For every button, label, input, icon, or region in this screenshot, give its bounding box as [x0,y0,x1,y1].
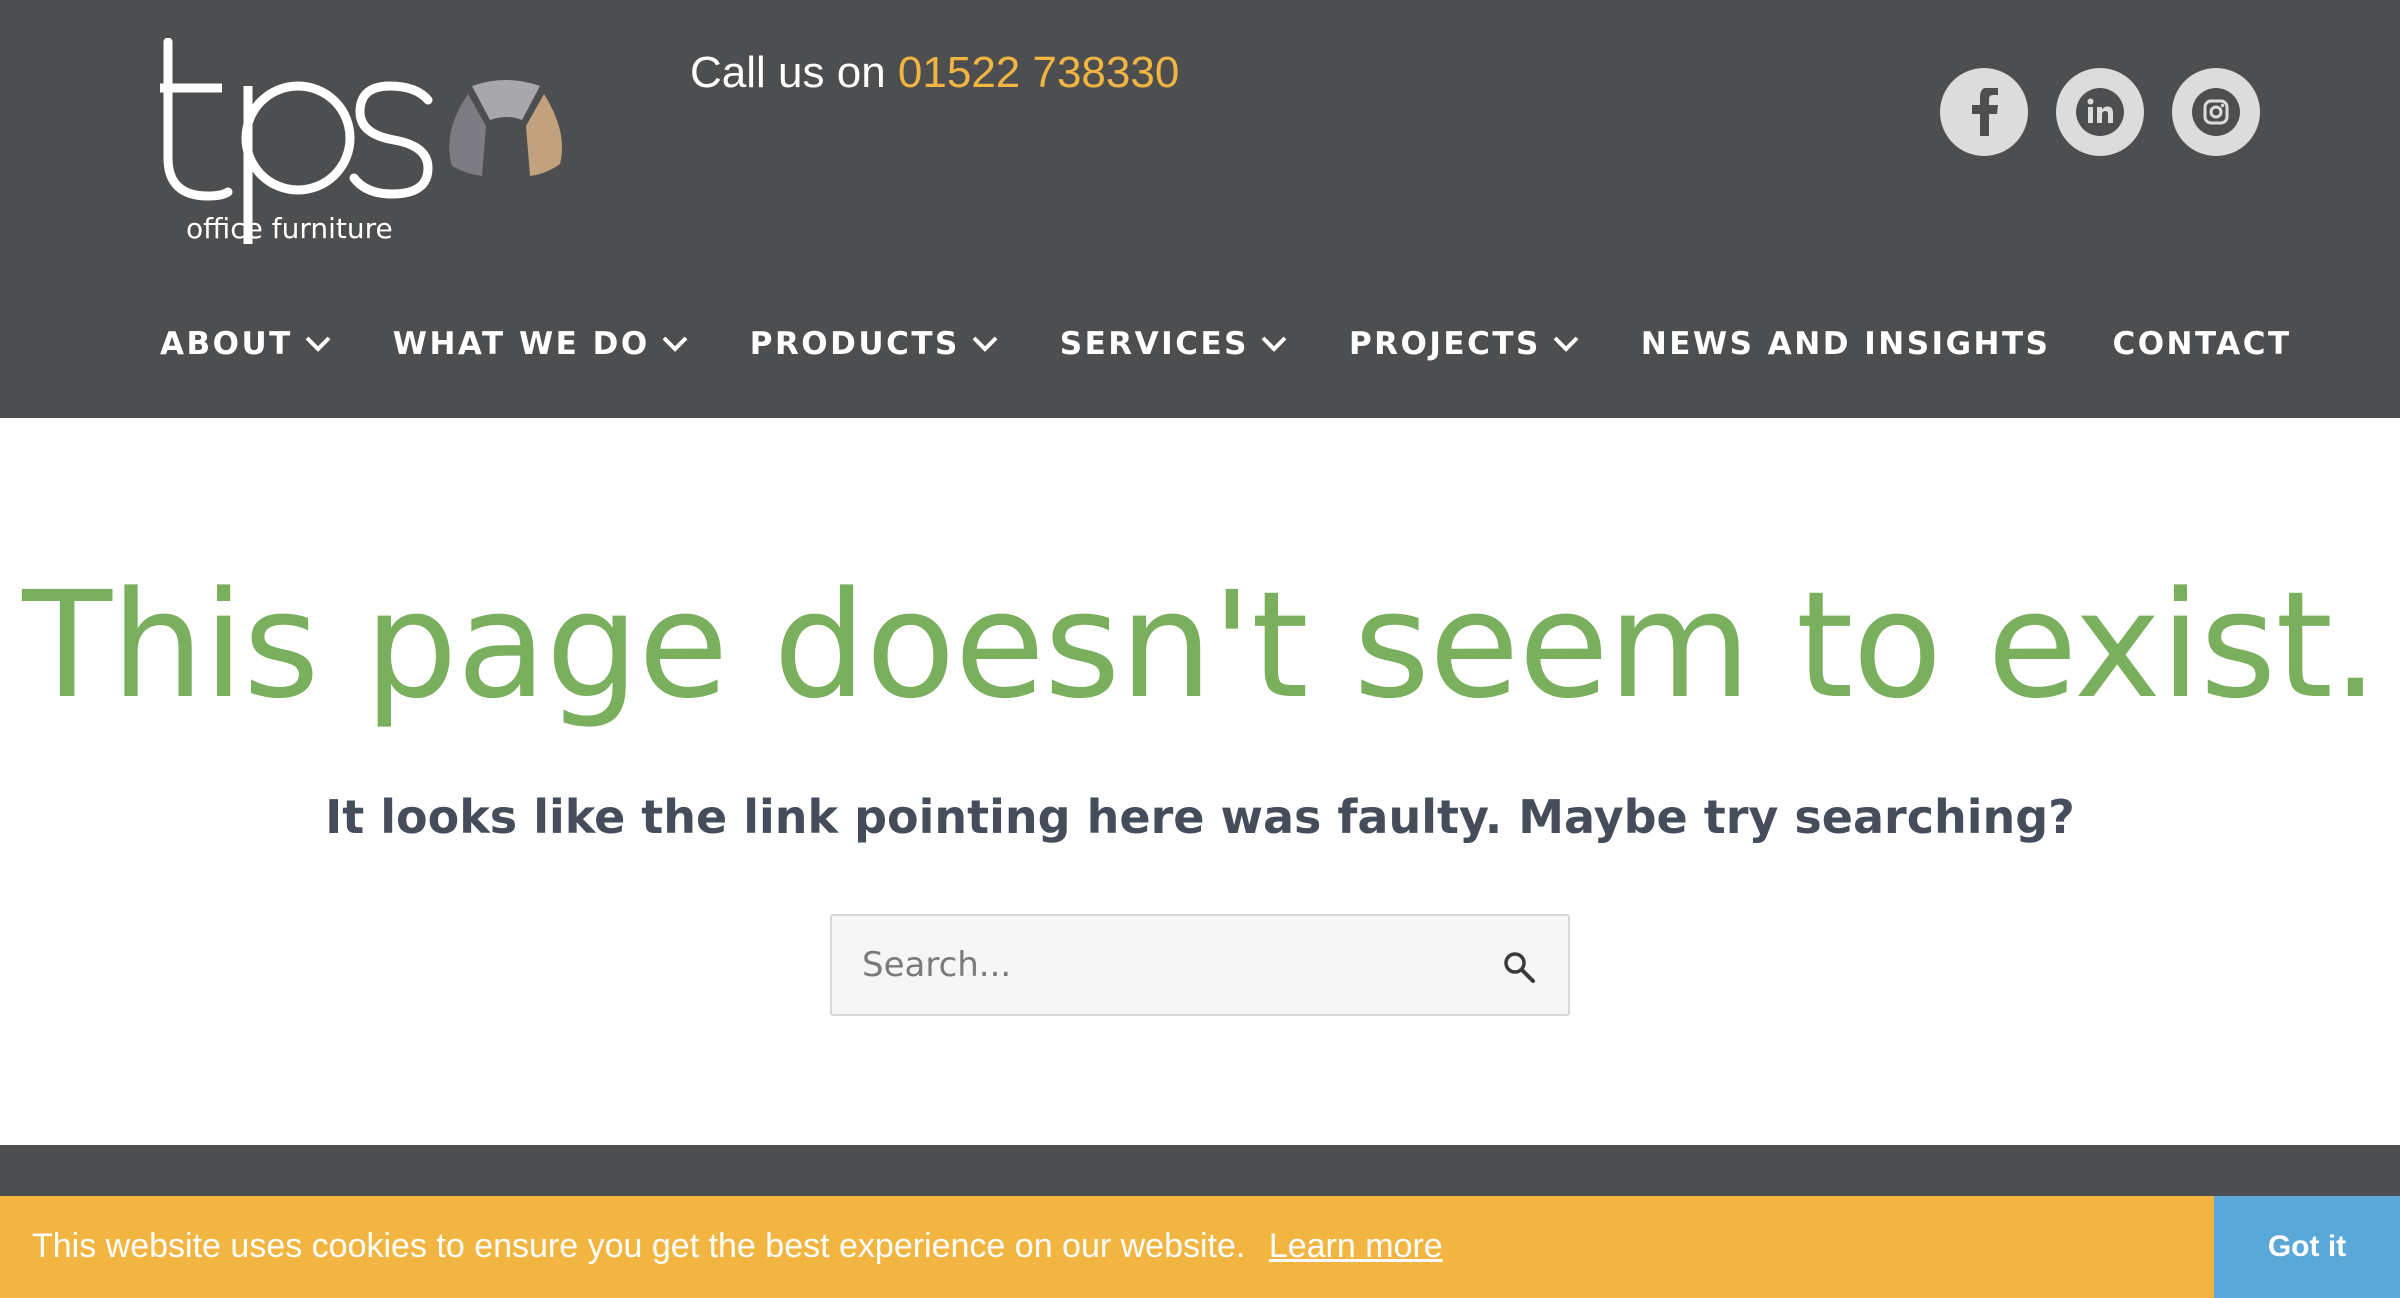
nav-item-products[interactable]: PRODUCTS [750,326,998,362]
nav-item-label: ABOUT [160,326,293,362]
site-header: office furniture Call us on 01522 738330 [0,0,2400,418]
nav-item-news-and-insights[interactable]: NEWS AND INSIGHTS [1641,326,2051,362]
nav-item-contact[interactable]: CONTACT [2112,326,2291,362]
cookie-message: This website uses cookies to ensure you … [32,1227,1246,1265]
nav-item-label: PRODUCTS [749,326,960,362]
cookie-accept-button[interactable]: Got it [2214,1196,2400,1298]
search-button[interactable] [1502,950,1536,984]
facebook-icon [1972,88,1998,136]
learn-more-link[interactable]: Learn more [1269,1227,1443,1265]
linkedin-button[interactable] [2056,68,2144,156]
nav-item-services[interactable]: SERVICES [1060,326,1287,362]
facebook-button[interactable] [1940,68,2028,156]
cookie-banner: This website uses cookies to ensure you … [0,1196,2400,1298]
main-nav: ABOUT WHAT WE DO PRODUCTS SERVICES PROJE… [160,326,2292,362]
tps-logo[interactable]: office furniture [160,38,600,253]
search-form [830,914,1570,1016]
phone-contact: Call us on 01522 738330 [690,48,1179,98]
phone-number-link[interactable]: 01522 738330 [898,48,1179,97]
phone-prefix: Call us on [690,48,886,97]
instagram-button[interactable] [2172,68,2260,156]
nav-item-label: WHAT WE DO [392,326,650,362]
page-title: This page doesn't seem to exist. [22,560,2379,731]
nav-item-label: PROJECTS [1348,326,1541,362]
nav-item-about[interactable]: ABOUT [160,326,331,362]
page-subtitle: It looks like the link pointing here was… [325,790,2075,844]
nav-item-label: NEWS AND INSIGHTS [1640,326,2051,362]
nav-item-what-we-do[interactable]: WHAT WE DO [393,326,688,362]
logo-subtext: office furniture [186,212,393,245]
chevron-down-icon [1261,336,1287,352]
search-icon [1504,952,1535,983]
nav-item-projects[interactable]: PROJECTS [1349,326,1579,362]
chevron-down-icon [662,336,688,352]
cookie-message-container: This website uses cookies to ensure you … [32,1227,1443,1266]
chevron-down-icon [305,336,331,352]
nav-item-label: SERVICES [1059,326,1249,362]
linkedin-icon [2076,88,2124,136]
social-links [1940,68,2260,156]
search-input[interactable] [832,916,1472,1014]
nav-item-label: CONTACT [2112,326,2292,362]
chevron-down-icon [1553,336,1579,352]
instagram-icon [2192,88,2240,136]
chevron-down-icon [972,336,998,352]
